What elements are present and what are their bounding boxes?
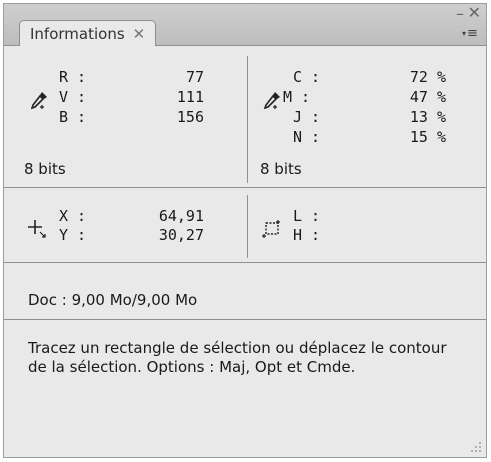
cmyk-label-j: J : — [293, 108, 321, 126]
panel-menu-button[interactable]: ▾ ≡ — [459, 24, 481, 42]
rgb-label-v: V : — [59, 88, 87, 106]
rgb-value-b: 156 — [176, 108, 204, 126]
cmyk-bit-depth[interactable]: 8 bits — [260, 160, 302, 178]
close-icon[interactable]: ✕ — [468, 3, 481, 22]
cmyk-label-n: N : — [293, 128, 321, 146]
resize-grip-icon[interactable] — [470, 441, 482, 453]
panel-tab-bar: Informations ✕ – ✕ ▾ ≡ — [4, 3, 486, 47]
rgb-value-r: 77 — [185, 68, 204, 86]
tab-informations[interactable]: Informations ✕ — [19, 20, 157, 47]
position-label-y: Y : — [59, 226, 87, 244]
info-panel: Informations ✕ – ✕ ▾ ≡ R : V : B : 77 11… — [3, 3, 487, 458]
tab-close-icon[interactable]: ✕ — [133, 21, 146, 47]
cmyk-value-n: 15 % — [409, 128, 446, 146]
position-label-x: X : — [59, 207, 87, 225]
position-value-x: 64,91 — [158, 207, 204, 225]
crosshair-icon — [28, 220, 46, 238]
size-label-l: L : — [293, 207, 321, 225]
rgb-bit-depth[interactable]: 8 bits — [24, 160, 66, 178]
rgb-label-r: R : — [59, 68, 87, 86]
rgb-value-v: 111 — [176, 88, 204, 106]
collapse-icon[interactable]: – — [456, 4, 464, 23]
cmyk-value-m: 47 % — [409, 88, 446, 106]
cmyk-value-c: 72 % — [409, 68, 446, 86]
divider — [4, 319, 486, 320]
cmyk-label-c: C : — [293, 68, 321, 86]
tab-label: Informations — [30, 24, 125, 43]
divider-vertical — [247, 195, 248, 258]
cmyk-label-m: M : — [283, 88, 311, 106]
dropdown-triangle-icon: ▾ — [462, 28, 467, 38]
selection-size-icon — [262, 220, 280, 238]
rgb-label-b: B : — [59, 108, 87, 126]
document-size: Doc : 9,00 Mo/9,00 Mo — [28, 291, 198, 309]
eyedropper-icon — [263, 92, 280, 110]
eyedropper-icon — [30, 92, 47, 110]
panel-menu-icon: ≡ — [467, 25, 478, 41]
divider-vertical — [247, 56, 248, 183]
divider — [4, 187, 486, 188]
divider — [4, 262, 486, 263]
cmyk-value-j: 13 % — [409, 108, 446, 126]
position-value-y: 30,27 — [158, 226, 204, 244]
tool-hint-text: Tracez un rectangle de sélection ou dépl… — [28, 339, 447, 376]
size-label-h: H : — [293, 226, 321, 244]
